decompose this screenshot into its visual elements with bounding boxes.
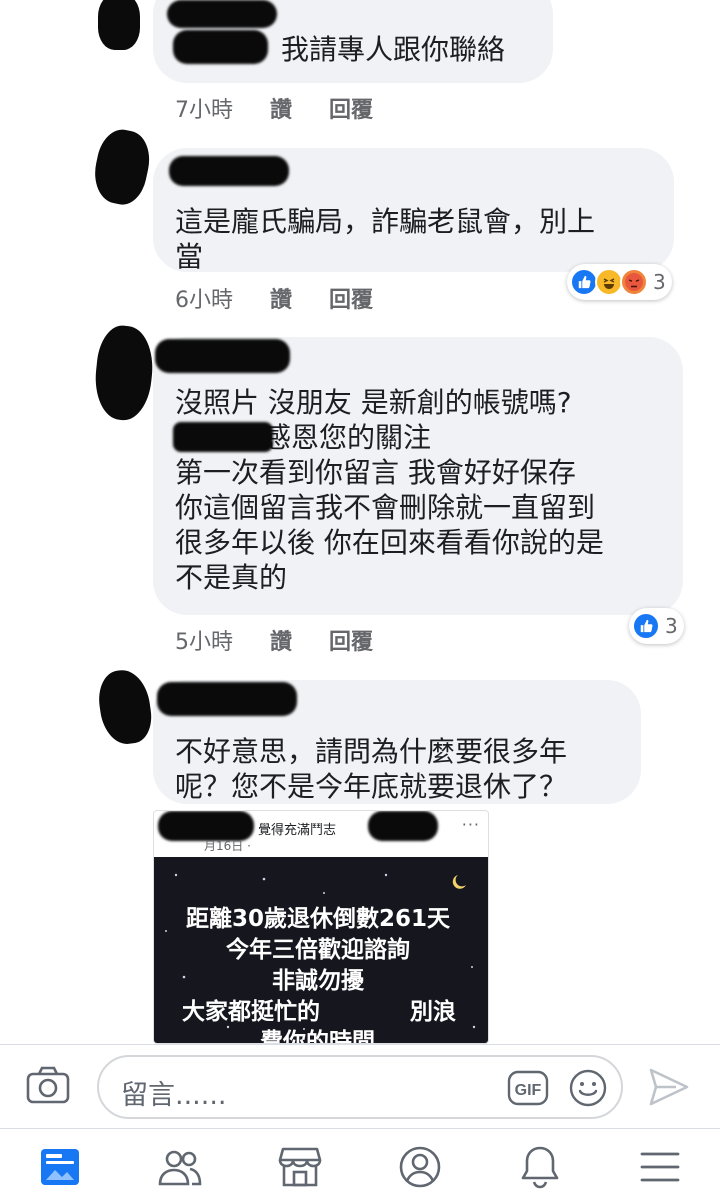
post-image-text: 費你的時間 <box>260 1029 375 1044</box>
like-button[interactable]: 讚 <box>270 98 292 123</box>
redacted-name <box>167 0 277 28</box>
notifications-icon[interactable] <box>516 1143 564 1191</box>
reply-button[interactable]: 回覆 <box>329 98 373 123</box>
angry-icon <box>620 268 648 296</box>
comment-text: 你這個留言我不會刪除就一直留到 <box>175 491 596 524</box>
redacted-name <box>157 682 297 716</box>
redacted-name <box>169 156 289 186</box>
comment-bubble: 不好意思，請問為什麼要很多年 呢？您不是今年底就要退休了？ <box>153 680 641 804</box>
comment-input[interactable]: 留言...... GIF <box>97 1055 623 1119</box>
comment-time: 5小時 <box>175 630 233 655</box>
reaction-count: 3 <box>653 270 666 294</box>
comment-bubble: 我請專人跟你聯絡 <box>153 0 553 83</box>
redacted-name <box>173 30 268 64</box>
post-image-text: 今年三倍歡迎諮詢 <box>226 937 410 963</box>
like-icon <box>570 268 598 296</box>
reaction-summary[interactable]: 3 <box>567 264 672 300</box>
gif-icon[interactable]: GIF <box>507 1070 549 1110</box>
news-feed-icon[interactable] <box>36 1143 84 1191</box>
redacted-author <box>368 811 438 841</box>
post-header: 覺得充滿鬥志 月16日 · ··· <box>154 811 488 857</box>
marketplace-icon[interactable] <box>276 1143 324 1191</box>
reaction-count: 3 <box>665 614 678 638</box>
comment-bubble: 沒照片 沒朋友 是新創的帳號嗎? 感恩您的關注 第一次看到你留言 我會好好保存 … <box>153 337 683 615</box>
post-image-text: 大家都挺忙的 <box>182 999 320 1025</box>
comment-thread: 我請專人跟你聯絡 7小時 讚 回覆 這是龐氏騙局，詐騙老鼠會，別上 當 6小時 … <box>0 0 720 1044</box>
comment-text: 第一次看到你留言 我會好好保存 <box>175 456 576 489</box>
haha-icon <box>595 268 623 296</box>
menu-icon[interactable] <box>636 1143 684 1191</box>
post-title: 覺得充滿鬥志 <box>258 823 337 838</box>
comment-bubble: 這是龐氏騙局，詐騙老鼠會，別上 當 <box>153 148 674 273</box>
post-image-text: 非誠勿擾 <box>272 968 364 994</box>
comment-text: 不好意思，請問為什麼要很多年 <box>175 735 568 768</box>
gif-label: GIF <box>515 1082 542 1099</box>
comment-composer: 留言...... GIF <box>0 1044 720 1128</box>
profile-icon[interactable] <box>396 1143 444 1191</box>
like-button[interactable]: 讚 <box>270 288 292 313</box>
comment-meta: 7小時 讚 回覆 <box>175 92 403 124</box>
commenter-avatar[interactable] <box>91 323 157 423</box>
post-image[interactable]: 距離30歲退休倒數261天 今年三倍歡迎諮詢 非誠勿擾 大家都挺忙的 別浪 費你… <box>154 857 488 1044</box>
comment-text: 沒照片 沒朋友 是新創的帳號嗎? <box>175 386 572 419</box>
shared-post-preview[interactable]: 覺得充滿鬥志 月16日 · ··· 距離30歲退休倒數261天 今年三倍歡迎諮詢… <box>153 810 489 1044</box>
post-image-text: 別浪 <box>410 999 456 1025</box>
more-options-icon[interactable]: ··· <box>462 815 480 834</box>
comment-time: 7小時 <box>175 98 233 123</box>
reaction-summary[interactable]: 3 <box>629 608 684 644</box>
emoji-icon[interactable] <box>569 1069 607 1111</box>
comment-time: 6小時 <box>175 288 233 313</box>
comment-text: 感恩您的關注 <box>173 420 661 455</box>
bottom-tab-bar <box>0 1128 720 1204</box>
redacted-name <box>155 339 290 373</box>
comment-input-placeholder: 留言...... <box>121 1080 227 1111</box>
friends-icon[interactable] <box>156 1143 204 1191</box>
commenter-avatar[interactable] <box>95 666 155 748</box>
comment-text: 這是龐氏騙局，詐騙老鼠會，別上 <box>175 205 596 238</box>
comment-text: 不是真的 <box>175 561 288 594</box>
like-icon <box>632 612 660 640</box>
commenter-avatar[interactable] <box>88 125 156 209</box>
send-icon[interactable] <box>648 1067 690 1111</box>
like-button[interactable]: 讚 <box>270 630 292 655</box>
comment-text: 很多年以後 你在回來看看你說的是 <box>175 526 604 559</box>
redacted-mention <box>173 422 273 452</box>
reply-button[interactable]: 回覆 <box>329 288 373 313</box>
post-image-text: 距離30歲退休倒數261天 <box>186 906 451 932</box>
comment-meta: 6小時 讚 回覆 <box>175 282 403 314</box>
comment-meta: 5小時 讚 回覆 <box>175 624 403 656</box>
reply-button[interactable]: 回覆 <box>329 630 373 655</box>
camera-icon[interactable] <box>26 1065 70 1109</box>
commenter-avatar[interactable] <box>98 0 140 50</box>
post-date: 月16日 · <box>204 839 251 853</box>
comment-text: 呢？您不是今年底就要退休了？ <box>175 770 568 803</box>
